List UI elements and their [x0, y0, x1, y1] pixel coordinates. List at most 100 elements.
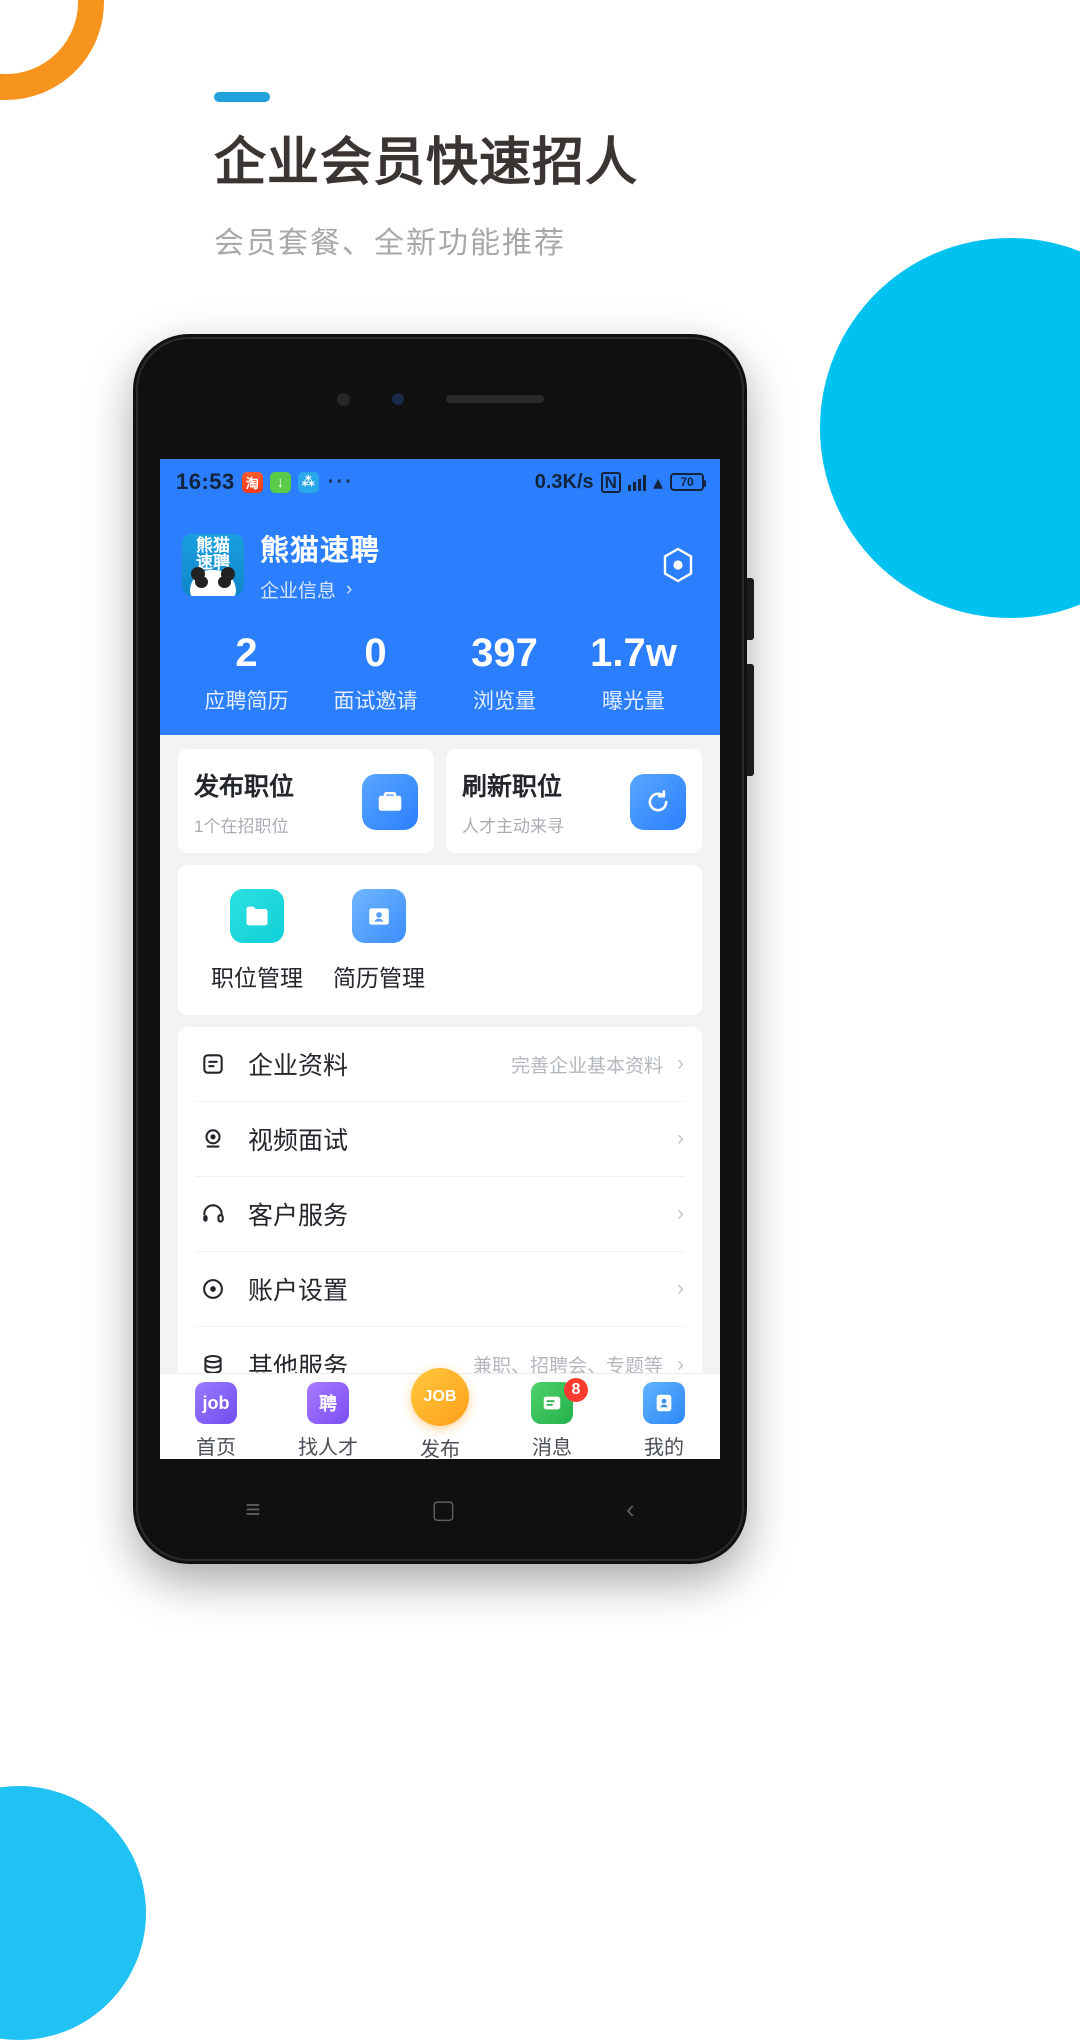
shortcut-job-manage[interactable]: 职位管理 — [196, 889, 318, 993]
menu-item-company-profile[interactable]: 企业资料 完善企业基本资料 › — [196, 1027, 684, 1102]
tab-message[interactable]: 8 消息 — [496, 1378, 608, 1459]
menu-item-account-settings[interactable]: 账户设置 › — [196, 1252, 684, 1327]
menu-item-hint: 完善企业基本资料 — [510, 1055, 663, 1077]
refresh-job-card[interactable]: 刷新职位 人才主动来寻 — [446, 749, 702, 853]
chevron-right-icon: › — [677, 1277, 684, 1300]
company-meta: 熊猫速聘 企业信息 › — [260, 527, 380, 603]
company-info-label: 企业信息 — [260, 581, 337, 602]
menu-item-label: 账户设置 — [248, 1277, 349, 1305]
stat-cell[interactable]: 0 面试邀请 — [311, 633, 440, 715]
nfc-icon: N — [600, 471, 621, 493]
menu-item-label: 企业资料 — [248, 1052, 349, 1080]
download-icon — [269, 471, 291, 493]
refresh-job-icon — [630, 774, 686, 830]
phone-volume-button[interactable] — [747, 578, 754, 640]
chevron-right-icon: › — [677, 1202, 684, 1225]
publish-job-icon: JOB — [411, 1368, 469, 1426]
company-row: 熊猫 速聘 熊猫速聘 企业信息 › — [182, 527, 698, 603]
tab-publish[interactable]: JOB 发布 — [384, 1368, 496, 1459]
mine-icon — [643, 1382, 685, 1424]
battery-icon: 70 — [670, 473, 706, 491]
stat-value: 0 — [364, 631, 387, 675]
proximity-sensor-icon — [391, 393, 404, 405]
phone-power-button[interactable] — [747, 664, 754, 776]
status-more-icon: ··· — [327, 470, 354, 493]
logo-text-line1: 熊猫 — [196, 536, 230, 555]
card-subtitle: 1个在招职位 — [194, 817, 289, 836]
tab-talent[interactable]: 聘 找人才 — [272, 1382, 384, 1459]
stat-label: 面试邀请 — [333, 690, 418, 713]
stat-cell[interactable]: 1.7w 曝光量 — [569, 633, 698, 715]
status-time: 16:53 — [176, 469, 235, 494]
stat-label: 浏览量 — [473, 690, 536, 713]
network-speed: 0.3K/s — [534, 470, 594, 493]
wifi-icon: ▴ — [652, 471, 663, 494]
card-title: 发布职位 — [194, 773, 295, 801]
android-menu-icon[interactable]: ≡ — [245, 1494, 260, 1525]
document-icon — [196, 1047, 230, 1081]
chevron-right-icon: › — [677, 1127, 684, 1150]
accent-dash — [214, 92, 270, 102]
status-badge: 8 — [564, 1378, 588, 1402]
tab-mine[interactable]: 我的 — [608, 1382, 720, 1459]
status-bar-right: 0.3K/s N ▴ 70 — [534, 470, 706, 495]
menu-list: 企业资料 完善企业基本资料 › 视频面试 › 客户服务 › 账户设置 › 其他服… — [178, 1027, 702, 1402]
earpiece-speaker-icon — [445, 395, 544, 403]
menu-item-label: 客户服务 — [248, 1202, 349, 1230]
video-camera-icon — [196, 1122, 230, 1156]
shortcut-empty-2 — [562, 889, 684, 993]
shortcut-empty-1 — [440, 889, 562, 993]
menu-item-video-interview[interactable]: 视频面试 › — [196, 1102, 684, 1177]
status-bar-left: 16:53 ··· — [176, 469, 354, 495]
android-back-icon[interactable]: ‹ — [626, 1494, 635, 1525]
panda-ear-left-icon — [191, 567, 205, 581]
menu-item-customer-service[interactable]: 客户服务 › — [196, 1177, 684, 1252]
id-card-icon — [352, 889, 406, 943]
tab-label: 发布 — [420, 1439, 460, 1459]
page-subtitle: 会员套餐、全新功能推荐 — [214, 226, 566, 260]
stats-row: 2 应聘简历 0 面试邀请 397 浏览量 1.7w 曝光量 — [182, 633, 698, 715]
panda-ear-right-icon — [221, 567, 235, 581]
publish-job-card[interactable]: 发布职位 1个在招职位 — [178, 749, 434, 853]
folder-icon — [230, 889, 284, 943]
page-title: 企业会员快速招人 — [214, 134, 639, 192]
tab-label: 我的 — [644, 1437, 684, 1459]
stat-value: 397 — [471, 631, 538, 675]
stat-cell[interactable]: 2 应聘简历 — [182, 633, 311, 715]
chevron-right-icon: › — [677, 1052, 684, 1075]
tab-label: 首页 — [196, 1437, 236, 1459]
bottom-tab-bar: job 首页 聘 找人才 JOB 发布 8 消息 我的 — [160, 1368, 720, 1459]
tab-home[interactable]: job 首页 — [160, 1382, 272, 1459]
talent-icon: 聘 — [307, 1382, 349, 1424]
panda-face-icon — [190, 567, 236, 596]
misc-icon — [297, 471, 319, 493]
settings-hex-icon[interactable] — [658, 545, 698, 585]
headset-icon — [196, 1197, 230, 1231]
phone-mockup: 16:53 ··· 0.3K/s N ▴ 70 熊猫 速聘 — [133, 334, 754, 1564]
menu-item-label: 视频面试 — [248, 1127, 349, 1155]
decor-cyan-circle-large — [820, 238, 1080, 618]
front-camera-icon — [336, 392, 350, 406]
phone-sensor-cluster — [133, 386, 747, 412]
home-job-icon: job — [195, 1382, 237, 1424]
app-header: 熊猫 速聘 熊猫速聘 企业信息 › 2 应聘简历 0 面试邀请 397 浏览量 … — [160, 505, 720, 735]
card-title: 刷新职位 — [462, 773, 563, 801]
shortcut-resume-manage[interactable]: 简历管理 — [318, 889, 440, 993]
company-info-link[interactable]: 企业信息 › — [260, 576, 380, 603]
briefcase-send-icon — [362, 774, 418, 830]
android-home-icon[interactable]: ▢ — [431, 1494, 456, 1525]
stat-label: 曝光量 — [602, 690, 665, 713]
settings-circle-icon — [196, 1272, 230, 1306]
decor-orange-ring — [0, 0, 104, 100]
android-nav-bar: ≡ ▢ ‹ — [160, 1478, 720, 1540]
stat-value: 2 — [235, 631, 258, 675]
promo-text-block: 企业会员快速招人 会员套餐、全新功能推荐 — [214, 92, 974, 262]
chevron-right-icon: › — [346, 578, 353, 600]
stat-label: 应聘简历 — [204, 690, 289, 713]
status-bar: 16:53 ··· 0.3K/s N ▴ 70 — [160, 459, 720, 505]
stat-cell[interactable]: 397 浏览量 — [440, 633, 569, 715]
shortcut-label: 职位管理 — [211, 965, 303, 991]
shortcut-label: 简历管理 — [333, 965, 425, 991]
card-subtitle: 人才主动来寻 — [462, 817, 564, 836]
tab-label: 消息 — [532, 1437, 572, 1459]
